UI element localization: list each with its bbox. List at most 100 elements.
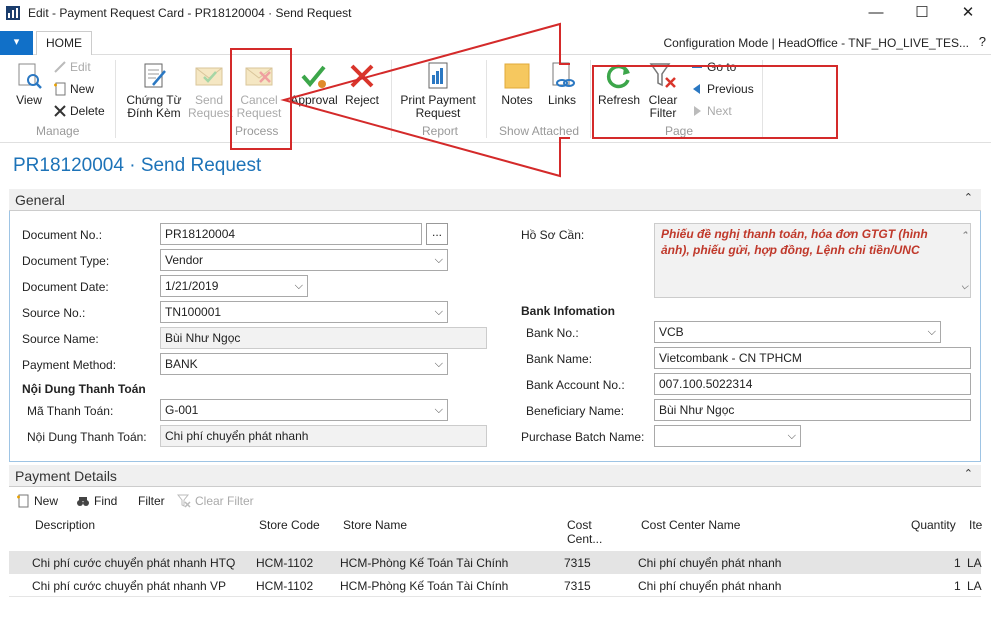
ho-so-can-field: Phiếu đề nghị thanh toán, hóa đơn GTGT (… [654,223,971,298]
help-icon[interactable]: ? [979,34,986,49]
delete-label: Delete [70,104,105,118]
file-menu-button[interactable]: ▾ [0,31,33,55]
column-header-item[interactable]: Ite [969,518,982,532]
new-button[interactable]: New [53,80,94,98]
view-button[interactable]: View [12,61,46,107]
purchase-batch-select[interactable]: ⌵ [654,425,801,447]
chung-tu-dinh-kem-button[interactable]: Chứng Từ Đính Kèm [124,61,184,120]
lines-new-label: New [34,494,59,508]
lines-clear-filter-button[interactable]: Clear Filter [177,494,254,508]
noi-dung-field: Chi phí chuyển phát nhanh [160,425,487,447]
tab-home[interactable]: HOME [36,31,92,56]
scroll-up-icon[interactable]: ⌃ [960,227,968,243]
chevron-down-icon: ⌵ [434,404,443,416]
send-label-line1: Send [194,93,224,107]
general-fasttab-header[interactable]: General ⌃ [9,189,981,211]
lines-new-button[interactable]: New [16,494,58,508]
payment-method-value: BANK [165,357,198,371]
payment-method-label: Payment Method: [22,358,117,372]
column-header-store-name[interactable]: Store Name [343,518,407,532]
edit-button[interactable]: Edit [53,58,91,76]
bank-no-value: VCB [659,325,684,339]
cell-cost-center-name: Chi phí chuyển phát nhanh [638,579,782,593]
column-header-cost-center[interactable]: Cost Cent... [567,518,607,546]
group-separator [590,60,591,138]
bank-no-select[interactable]: VCB ⌵ [654,321,941,343]
delete-button[interactable]: Delete [53,102,105,120]
bank-information-header: Bank Infomation [521,304,616,318]
ho-so-can-value: Phiếu đề nghị thanh toán, hóa đơn GTGT (… [661,227,928,257]
noi-dung-label: Nội Dung Thanh Toán: [27,430,147,444]
close-button[interactable]: ✕ [945,0,991,28]
column-header-quantity[interactable]: Quantity [911,518,956,532]
column-header-description[interactable]: Description [35,518,95,532]
bank-account-label: Bank Account No.: [526,378,625,392]
lines-toolbar: New Find Filter Clear Filter [9,490,981,514]
cell-description: Chi phí cước chuyển phát nhanh VP [32,579,227,593]
payment-details-fasttab-header[interactable]: Payment Details ⌃ [9,465,981,487]
table-row[interactable]: Chi phí cước chuyển phát nhanh VP HCM-11… [9,574,982,597]
chevron-down-icon: ⌵ [787,430,796,442]
collapse-icon[interactable]: ⌃ [964,467,973,480]
ma-thanh-toan-label: Mã Thanh Toán: [27,404,114,418]
bank-account-field[interactable]: 007.100.5022314 [654,373,971,395]
document-type-label: Document Type: [22,254,110,268]
app-icon [6,6,20,20]
cell-quantity: 1 [954,556,961,570]
cell-item: LA [967,556,982,570]
collapse-icon[interactable]: ⌃ [964,191,973,204]
send-label-line2: Request [188,106,233,120]
source-name-label: Source Name: [22,332,99,346]
ma-thanh-toan-select[interactable]: G-001 ⌵ [160,399,448,421]
send-request-button[interactable]: Send Request [188,61,233,120]
beneficiary-label: Beneficiary Name: [526,404,625,418]
maximize-button[interactable]: ☐ [899,0,945,28]
cell-item: LA [967,579,982,593]
table-row[interactable]: Chi phí cước chuyển phát nhanh HTQ HCM-1… [9,551,982,574]
document-date-label: Document Date: [22,280,109,294]
chevron-down-icon: ⌵ [294,280,303,292]
general-tab-label: General [15,192,65,208]
send-envelope-icon [194,61,224,91]
payment-method-select[interactable]: BANK ⌵ [160,353,448,375]
noi-dung-thanh-toan-header: Nội Dung Thanh Toán [22,382,146,396]
source-no-select[interactable]: TN100001 ⌵ [160,301,448,323]
bank-name-field[interactable]: Vietcombank - CN TPHCM [654,347,971,369]
column-header-cost-center-name[interactable]: Cost Center Name [641,518,740,532]
attachment-doc-icon [139,61,169,91]
beneficiary-field[interactable]: Bùi Như Ngọc [654,399,971,421]
cell-cost-center-name: Chi phí chuyển phát nhanh [638,556,782,570]
chevron-down-icon: ⌵ [434,358,443,370]
lines-find-button[interactable]: Find [76,494,117,508]
window-title: Edit - Payment Request Card - PR18120004… [28,6,352,20]
group-label-manage: Manage [36,124,80,138]
column-header-store-code[interactable]: Store Code [259,518,320,532]
document-type-value: Vendor [165,253,204,267]
group-separator [115,60,116,138]
chung-tu-label-line2: Đính Kèm [127,106,181,120]
pencil-icon [53,60,67,74]
document-date-field[interactable]: 1/21/2019 ⌵ [160,275,308,297]
clear-filter-icon [177,494,191,508]
payment-details-tab-label: Payment Details [15,468,117,484]
configuration-mode-label: Configuration Mode | HeadOffice - TNF_HO… [663,36,969,50]
ma-thanh-toan-value: G-001 [165,403,199,417]
page-title: PR18120004 · Send Request [13,155,262,176]
view-label: View [16,93,42,107]
document-type-select[interactable]: Vendor ⌵ [160,249,448,271]
cell-store-code: HCM-1102 [256,556,314,570]
annotation-arrow [280,22,570,178]
cell-quantity: 1 [954,579,961,593]
document-no-field[interactable]: PR18120004 [160,223,422,245]
source-name-field: Bùi Như Ngọc [160,327,487,349]
chevron-down-icon: ⌵ [434,306,443,318]
scroll-down-icon[interactable]: ⌵ [961,278,968,294]
cell-cost-center: 7315 [564,579,591,593]
minimize-button[interactable]: — [853,0,899,28]
annotation-page-box [592,65,838,139]
assist-edit-button[interactable]: ... [426,223,448,245]
bank-name-label: Bank Name: [526,352,593,366]
lines-clear-filter-label: Clear Filter [195,494,254,508]
delete-x-icon [53,104,67,118]
lines-filter-button[interactable]: Filter [138,494,165,508]
